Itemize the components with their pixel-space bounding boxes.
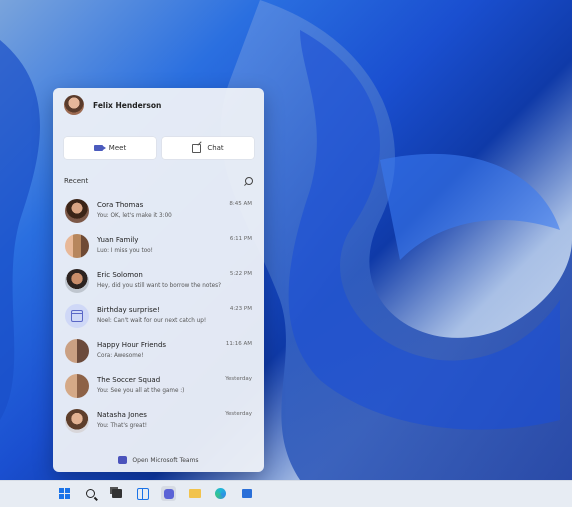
store-icon <box>241 489 252 498</box>
chat-preview: You: That's great! <box>97 423 147 429</box>
chat-button[interactable]: Chat <box>162 137 254 159</box>
teams-icon <box>118 456 128 464</box>
chat-preview: Luo: I miss you too! <box>97 248 153 254</box>
task-view-icon <box>111 489 122 498</box>
chat-preview: You: See you all at the game :) <box>97 388 185 394</box>
taskbar-search-button[interactable] <box>83 486 98 501</box>
compose-icon <box>192 143 202 153</box>
widgets-button[interactable] <box>135 486 150 501</box>
file-explorer-icon <box>188 489 201 498</box>
avatar <box>65 374 89 398</box>
meet-label: Meet <box>108 144 127 152</box>
chat-name: The Soccer Squad <box>97 376 161 384</box>
teams-chat-icon <box>163 488 174 499</box>
avatar <box>65 199 89 223</box>
list-item[interactable]: Natasha Jones You: That's great! Yesterd… <box>53 406 264 441</box>
chat-preview: Hey, did you still want to borrow the no… <box>97 283 222 289</box>
chat-time: 8:45 AM <box>229 201 252 207</box>
chat-preview: You: OK, let's make it 3:00 <box>97 213 172 219</box>
action-row: Meet Chat <box>64 137 254 159</box>
chat-time: 4:23 PM <box>229 306 252 312</box>
chat-preview: Cora: Awesome! <box>97 353 144 359</box>
chat-time: 6:11 PM <box>229 236 252 242</box>
avatar <box>65 269 89 293</box>
avatar <box>65 409 89 433</box>
chat-name: Birthday surprise! <box>97 306 160 314</box>
chat-name: Natasha Jones <box>97 411 147 419</box>
list-item[interactable]: Yuan Family Luo: I miss you too! 6:11 PM <box>53 231 264 266</box>
store-button[interactable] <box>239 486 254 501</box>
chat-time: Yesterday <box>225 411 252 417</box>
chat-label: Chat <box>207 144 224 152</box>
recent-chat-list: Cora Thomas You: OK, let's make it 3:00 … <box>53 196 264 441</box>
taskbar <box>0 480 572 507</box>
list-item[interactable]: Eric Solomon Hey, did you still want to … <box>53 266 264 301</box>
teams-chat-flyout: Felix Henderson Meet Chat Recent Cora Th… <box>53 88 264 472</box>
list-item[interactable]: Cora Thomas You: OK, let's make it 3:00 … <box>53 196 264 231</box>
teams-chat-button[interactable] <box>161 486 176 501</box>
avatar[interactable] <box>64 95 84 115</box>
open-teams-label: Open Microsoft Teams <box>132 456 199 464</box>
video-camera-icon <box>93 145 106 151</box>
flyout-header: Felix Henderson <box>53 88 264 122</box>
edge-browser-icon <box>215 488 226 499</box>
chat-preview: Noel: Can't wait for our next catch up! <box>97 318 207 324</box>
search-icon <box>86 489 95 498</box>
chat-time: Yesterday <box>225 376 252 382</box>
user-name: Felix Henderson <box>93 100 162 110</box>
chat-time: 11:16 AM <box>225 341 252 347</box>
list-item[interactable]: Happy Hour Friends Cora: Awesome! 11:16 … <box>53 336 264 371</box>
avatar <box>65 234 89 258</box>
avatar <box>65 304 89 328</box>
open-teams-link[interactable]: Open Microsoft Teams <box>53 456 264 464</box>
list-item[interactable]: Birthday surprise! Noel: Can't wait for … <box>53 301 264 336</box>
meet-button[interactable]: Meet <box>64 137 156 159</box>
task-view-button[interactable] <box>109 486 124 501</box>
calendar-icon <box>71 310 83 322</box>
chat-name: Cora Thomas <box>97 201 144 209</box>
taskbar-icons <box>57 486 254 501</box>
widgets-icon <box>136 487 149 500</box>
recent-label: Recent <box>64 177 89 185</box>
avatar <box>65 339 89 363</box>
chat-time: 5:22 PM <box>229 271 252 277</box>
start-button[interactable] <box>57 486 72 501</box>
chat-name: Happy Hour Friends <box>97 341 167 349</box>
chat-name: Yuan Family <box>97 236 139 244</box>
list-item[interactable]: The Soccer Squad You: See you all at the… <box>53 371 264 406</box>
chat-name: Eric Solomon <box>97 271 143 279</box>
recent-header: Recent <box>64 175 253 187</box>
windows-start-icon <box>59 488 70 499</box>
file-explorer-button[interactable] <box>187 486 202 501</box>
search-icon[interactable] <box>245 177 253 185</box>
edge-button[interactable] <box>213 486 228 501</box>
